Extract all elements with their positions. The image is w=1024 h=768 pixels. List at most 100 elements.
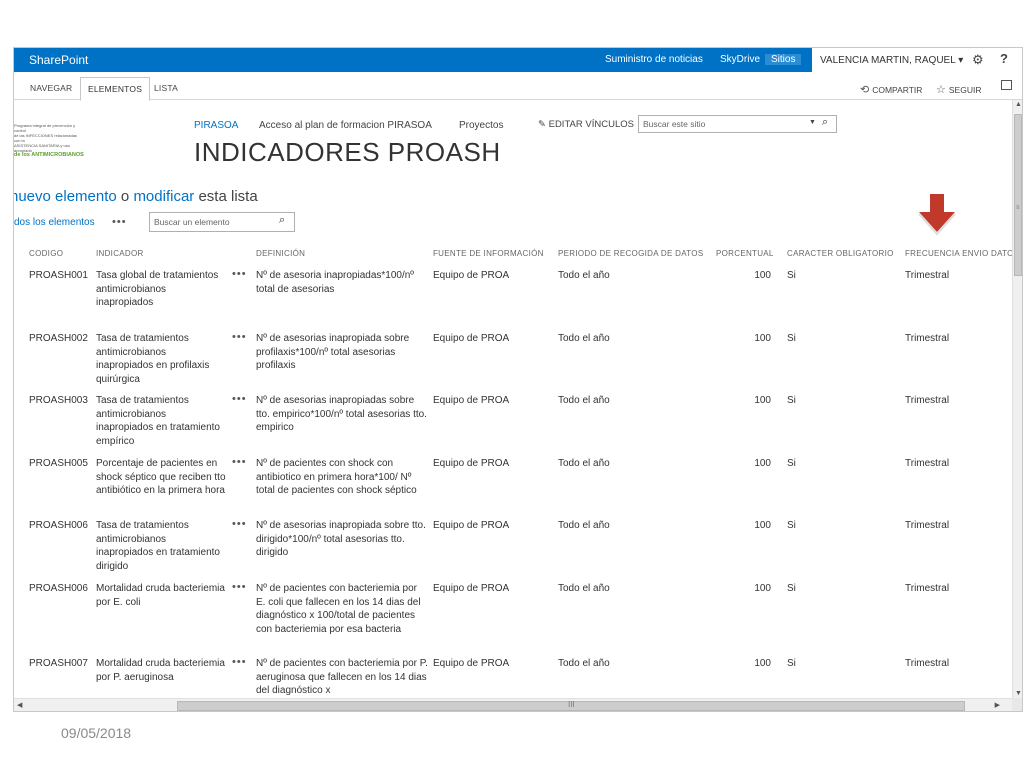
scroll-right-icon[interactable]: ▶: [995, 701, 1000, 709]
cell-indicador[interactable]: Mortalidad cruda bacteriemia por P. aeru…: [96, 657, 226, 684]
pencil-icon: ✎: [538, 119, 546, 130]
cell-indicador[interactable]: Tasa de tratamientos antimicrobianos ina…: [96, 394, 226, 449]
cell-porcentual: 100: [754, 270, 771, 281]
suite-link-skydrive[interactable]: SkyDrive: [720, 54, 760, 65]
item-menu-ellipsis-icon[interactable]: •••: [232, 456, 247, 470]
item-menu-ellipsis-icon[interactable]: •••: [232, 581, 247, 595]
tab-lista[interactable]: LISTA: [154, 83, 178, 93]
cell-fuente: Equipo de PROA: [433, 458, 510, 469]
cell-indicador[interactable]: Mortalidad cruda bacteriemia por E. coli: [96, 582, 226, 609]
new-item-link[interactable]: nuevo elemento: [14, 188, 117, 205]
search-icon[interactable]: ⌕: [822, 116, 828, 129]
cell-definicion: Nº de asesorias inapropiada sobre tto. d…: [256, 520, 426, 559]
follow-button[interactable]: ☆ SEGUIR: [936, 83, 981, 96]
logo-line: de los ANTIMICROBIANOS: [14, 152, 84, 158]
horizontal-scrollbar[interactable]: ◀ III ▶: [14, 698, 1014, 711]
cell-periodo: Todo el año: [558, 395, 610, 406]
column-header-indicador[interactable]: INDICADOR: [96, 249, 144, 258]
cell-indicador[interactable]: Tasa de tratamientos antimicrobianos ina…: [96, 519, 226, 574]
topnav-plan-formacion[interactable]: Acceso al plan de formacion PIRASOA: [259, 120, 432, 131]
tab-elementos[interactable]: ELEMENTOS: [80, 77, 151, 101]
cell-porcentual: 100: [754, 458, 771, 469]
suite-link-newsfeed[interactable]: Suministro de noticias: [605, 54, 703, 65]
vertical-scroll-thumb[interactable]: ≡: [1014, 114, 1022, 276]
scroll-down-icon[interactable]: ▼: [1015, 690, 1022, 697]
share-button[interactable]: ⟲ COMPARTIR: [860, 83, 922, 96]
cell-definicion: Nº de pacientes con shock con antibiotic…: [256, 458, 417, 497]
cell-indicador[interactable]: Tasa global de tratamientos antimicrobia…: [96, 269, 226, 310]
column-header-frecuencia[interactable]: FRECUENCIA ENVIO DATOS: [905, 249, 1019, 258]
cell-porcentual: 100: [754, 583, 771, 594]
list-search-input[interactable]: [150, 213, 270, 231]
cell-codigo: PROASH001: [29, 270, 88, 281]
star-icon: ☆: [936, 84, 946, 96]
edit-links-button[interactable]: ✎ EDITAR VÍNCULOS: [538, 119, 634, 130]
scroll-up-icon[interactable]: ▲: [1015, 101, 1022, 108]
cell-periodo: Todo el año: [558, 270, 610, 281]
column-header-definicion[interactable]: DEFINICIÓN: [256, 249, 305, 258]
cell-codigo: PROASH002: [29, 333, 88, 344]
share-icon: ⟲: [860, 84, 870, 96]
scroll-left-icon[interactable]: ◀: [17, 701, 22, 709]
cell-definicion: Nº de pacientes con bacteriemia por P. a…: [256, 658, 428, 697]
search-scope-caret-icon[interactable]: ▼: [809, 119, 816, 126]
slide-date: 09/05/2018: [61, 725, 132, 741]
cell-caracter: Si: [787, 270, 796, 281]
cell-indicador[interactable]: Porcentaje de pacientes en shock séptico…: [96, 457, 226, 498]
cell-periodo: Todo el año: [558, 458, 610, 469]
suite-link-sites[interactable]: Sitios: [765, 54, 802, 65]
cell-fuente: Equipo de PROA: [433, 395, 510, 406]
item-menu-ellipsis-icon[interactable]: •••: [232, 268, 247, 282]
cell-codigo: PROASH007: [29, 658, 88, 669]
red-down-arrow-icon: [918, 194, 956, 236]
help-icon[interactable]: ?: [1000, 51, 1008, 66]
cell-indicador[interactable]: Tasa de tratamientos antimicrobianos ina…: [96, 332, 226, 387]
edit-list-link[interactable]: modificar: [133, 188, 194, 205]
cell-caracter: Si: [787, 658, 796, 669]
focus-content-icon[interactable]: [1001, 80, 1012, 90]
tab-navegar[interactable]: NAVEGAR: [30, 83, 72, 93]
topnav-proyectos[interactable]: Proyectos: [459, 120, 503, 131]
cell-definicion: Nº de asesoria inapropiadas*100/nº total…: [256, 270, 414, 295]
scrollbar-corner: [1012, 698, 1022, 711]
gear-icon[interactable]: ⚙: [972, 52, 984, 68]
cell-frecuencia: Trimestral: [905, 333, 950, 344]
user-menu[interactable]: VALENCIA MARTIN, RAQUEL ▾: [820, 55, 963, 66]
column-header-porcentual[interactable]: PORCENTUAL: [716, 249, 774, 258]
cell-fuente: Equipo de PROA: [433, 658, 510, 669]
search-icon[interactable]: ⌕: [279, 214, 285, 227]
column-header-fuente[interactable]: FUENTE DE INFORMACIÓN: [433, 249, 544, 258]
item-menu-ellipsis-icon[interactable]: •••: [232, 518, 247, 532]
site-logo[interactable]: Programa integral de prevención y contro…: [14, 123, 84, 158]
view-all-items[interactable]: dos los elementos: [14, 217, 95, 228]
sharepoint-brand[interactable]: SharePoint: [29, 53, 88, 67]
item-menu-ellipsis-icon[interactable]: •••: [232, 656, 247, 670]
cell-caracter: Si: [787, 583, 796, 594]
view-options-ellipsis-icon[interactable]: •••: [112, 216, 127, 228]
user-area: VALENCIA MARTIN, RAQUEL ▾ ⚙ ?: [812, 48, 1022, 72]
cell-periodo: Todo el año: [558, 520, 610, 531]
grip-icon: ≡: [1016, 205, 1020, 211]
column-header-periodo[interactable]: PERIODO DE RECOGIDA DE DATOS: [558, 249, 703, 258]
horizontal-scroll-thumb[interactable]: III: [177, 700, 965, 711]
cell-frecuencia: Trimestral: [905, 270, 950, 281]
page-title: INDICADORES PROASH: [194, 137, 501, 167]
site-search-input[interactable]: [639, 116, 799, 132]
cell-periodo: Todo el año: [558, 658, 610, 669]
logo-line: de las INFECCIONES relacionadas con la: [14, 133, 77, 143]
cell-frecuencia: Trimestral: [905, 583, 950, 594]
new-item-mid: o: [120, 188, 130, 205]
cell-frecuencia: Trimestral: [905, 395, 950, 406]
cell-codigo: PROASH003: [29, 395, 88, 406]
column-header-codigo[interactable]: CODIGO: [29, 249, 63, 258]
cell-caracter: Si: [787, 520, 796, 531]
cell-caracter: Si: [787, 458, 796, 469]
item-menu-ellipsis-icon[interactable]: •••: [232, 393, 247, 407]
vertical-scrollbar[interactable]: ▲ ≡ ▼: [1012, 100, 1022, 698]
new-item-suffix: esta lista: [198, 188, 258, 205]
cell-frecuencia: Trimestral: [905, 458, 950, 469]
topnav-pirasoa[interactable]: PIRASOA: [194, 120, 238, 131]
cell-frecuencia: Trimestral: [905, 658, 950, 669]
item-menu-ellipsis-icon[interactable]: •••: [232, 331, 247, 345]
column-header-caracter[interactable]: CARACTER OBLIGATORIO: [787, 249, 894, 258]
